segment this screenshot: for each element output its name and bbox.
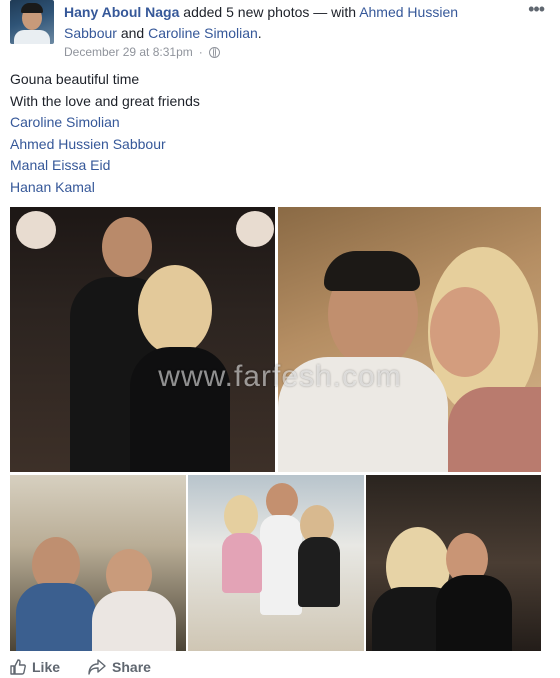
and-text: and — [116, 25, 149, 41]
tag-link-3[interactable]: Manal Eissa Eid — [10, 155, 200, 177]
headline-period: . — [257, 25, 262, 41]
meta-separator: · — [198, 45, 203, 59]
action-text: added 5 new photos — with — [179, 4, 360, 20]
like-label: Like — [32, 659, 61, 675]
post-line-1: Gouna beautiful time — [10, 71, 140, 87]
photo-1[interactable] — [10, 207, 275, 472]
share-label: Share — [112, 659, 151, 675]
post-header: Hany Aboul Naga added 5 new photos — wit… — [10, 0, 550, 62]
post-actions: Like Share — [10, 659, 151, 675]
author-avatar[interactable] — [10, 0, 54, 44]
photo-5[interactable] — [366, 475, 541, 651]
globe-icon[interactable] — [208, 46, 220, 58]
post-headline: Hany Aboul Naga added 5 new photos — wit… — [64, 2, 510, 44]
share-arrow-icon — [88, 659, 106, 675]
post-line-2: With the love and great friends — [10, 92, 200, 109]
share-button[interactable]: Share — [88, 659, 151, 675]
timestamp-link[interactable]: December 29 at 8:31pm — [64, 45, 193, 59]
photo-3[interactable] — [10, 475, 186, 651]
photo-4[interactable] — [188, 475, 364, 651]
tag-link-2[interactable]: Ahmed Hussien Sabbour — [10, 134, 200, 156]
tagged-link-2[interactable]: Caroline Simolian — [148, 25, 258, 41]
thumbs-up-icon — [10, 659, 26, 675]
tag-link-1[interactable]: Caroline Simolian — [10, 112, 200, 134]
more-options-icon[interactable]: ••• — [528, 0, 545, 18]
post-meta: December 29 at 8:31pm · — [64, 45, 220, 59]
post-body: Gouna beautiful time With the love and g… — [10, 69, 200, 198]
photo-2[interactable] — [278, 207, 541, 472]
author-name-link[interactable]: Hany Aboul Naga — [64, 4, 179, 20]
like-button[interactable]: Like — [10, 659, 60, 675]
tag-link-4[interactable]: Hanan Kamal — [10, 177, 200, 199]
